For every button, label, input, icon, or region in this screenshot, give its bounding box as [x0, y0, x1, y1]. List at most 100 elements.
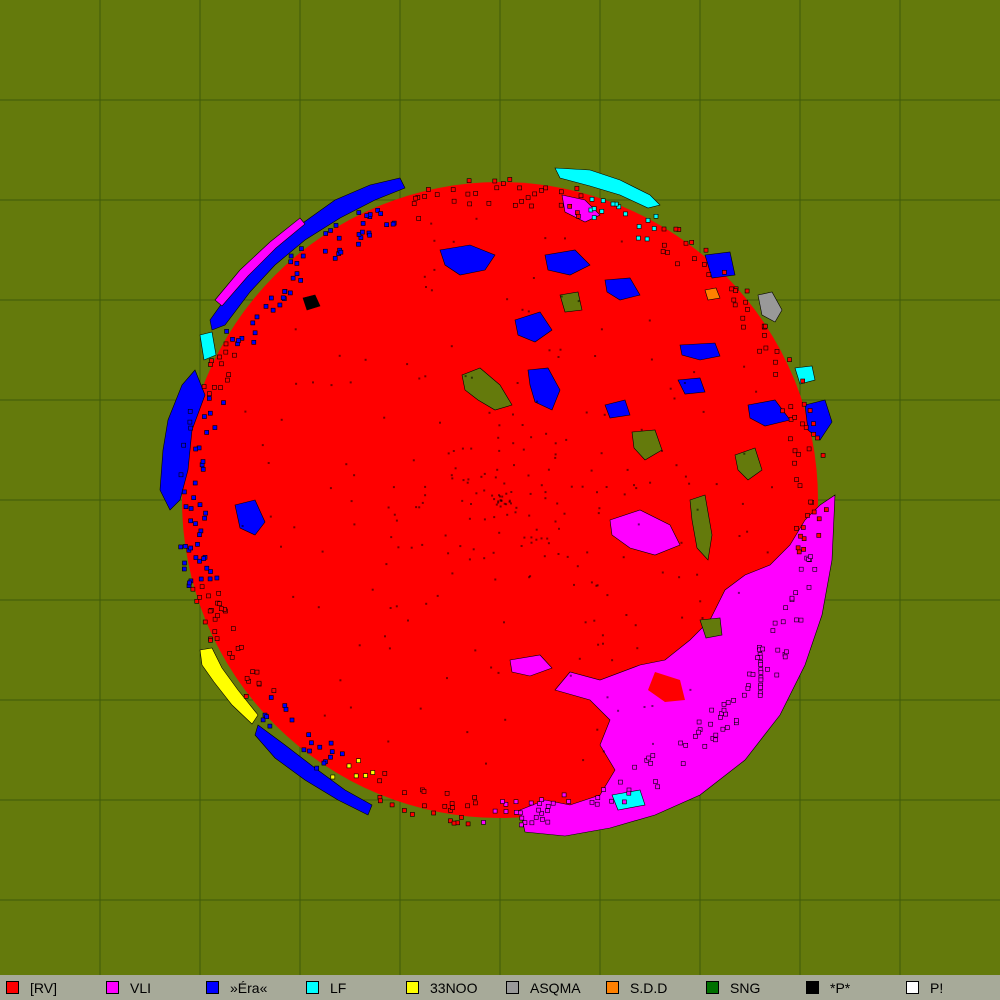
territory-cell — [314, 765, 320, 771]
territory-cell — [450, 187, 456, 192]
territory-dot — [593, 619, 596, 622]
territory-dot — [436, 594, 439, 597]
legend-item-p-bang[interactable]: P! — [900, 975, 1000, 1000]
legend-item-era[interactable]: »Éra« — [200, 975, 300, 1000]
territory-map[interactable] — [0, 0, 1000, 975]
territory-dot — [483, 518, 486, 521]
legend-label-asqma: ASQMA — [530, 979, 581, 996]
territory-cell — [492, 808, 498, 814]
territory-dot — [293, 526, 296, 529]
territory-dot — [523, 536, 526, 539]
territory-cell — [702, 743, 708, 749]
territory-cell — [336, 235, 342, 241]
territory-cell — [203, 510, 208, 516]
territory-cell — [517, 810, 523, 816]
territory-cell — [693, 734, 698, 739]
territory-cell — [236, 338, 241, 343]
territory-cell — [282, 703, 288, 708]
territory-cell — [466, 178, 472, 183]
territory-dot — [626, 468, 629, 471]
territory-dot — [470, 447, 473, 450]
territory-dot — [292, 595, 295, 598]
territory-cell — [384, 222, 389, 227]
territory-dot — [620, 240, 623, 243]
territory-dot — [602, 750, 605, 753]
territory-cell — [706, 272, 712, 277]
territory-cell — [713, 732, 719, 738]
legend-item-rv[interactable]: [RV] — [0, 975, 100, 1000]
territory-dot — [269, 515, 272, 518]
territory-cell — [815, 435, 820, 441]
territory-dot — [499, 495, 501, 498]
legend-label-lf: LF — [330, 979, 347, 996]
territory-cell — [757, 693, 763, 698]
territory-cell — [787, 357, 792, 363]
territory-dot — [544, 491, 547, 494]
territory-cell — [451, 820, 457, 826]
territory-dot — [447, 452, 450, 455]
territory-cell — [788, 404, 794, 410]
territory-dot — [389, 607, 392, 609]
territory-cell — [322, 248, 328, 254]
territory-cell — [332, 256, 338, 261]
territory-cell — [763, 345, 769, 351]
territory-cell — [800, 525, 806, 530]
territory-dot — [596, 491, 598, 494]
territory-cell — [794, 617, 799, 623]
territory-dot — [569, 674, 572, 677]
territory-dot — [294, 328, 297, 331]
legend-item-sdd[interactable]: S.D.D — [600, 975, 700, 1000]
territory-dot — [468, 558, 471, 561]
territory-cell — [209, 358, 214, 364]
territory-dot — [545, 432, 548, 435]
territory-cell — [364, 213, 370, 218]
territory-cell — [805, 513, 810, 518]
territory-cell — [636, 235, 641, 241]
territory-cell — [762, 332, 767, 338]
territory-cell — [683, 240, 689, 246]
territory-cell — [377, 798, 383, 804]
legend-item-asqma[interactable]: ASQMA — [500, 975, 600, 1000]
territory-cell — [801, 401, 807, 407]
territory-dot — [560, 295, 563, 298]
territory-cell — [360, 221, 366, 226]
territory-cell — [465, 821, 471, 827]
territory-dot — [557, 553, 560, 555]
territory-dot — [617, 709, 620, 712]
territory-dot — [532, 277, 535, 279]
territory-cell — [811, 431, 817, 437]
territory-cell — [411, 201, 417, 206]
legend-item-p-star[interactable]: *P* — [800, 975, 900, 1000]
territory-dot — [397, 546, 400, 549]
territory-dot — [383, 416, 386, 419]
territory-cell — [533, 815, 539, 820]
territory-dot — [295, 382, 298, 385]
territory-cell — [623, 211, 628, 217]
territory-cell — [244, 676, 250, 681]
territory-cell — [800, 378, 806, 384]
territory-dot — [696, 508, 699, 511]
territory-dot — [755, 390, 758, 393]
legend-label-era: »Éra« — [230, 979, 268, 996]
territory-cell — [811, 421, 816, 427]
territory-dot — [501, 495, 504, 498]
territory-dot — [461, 499, 464, 502]
territory-dot — [452, 450, 455, 452]
legend-item-lf[interactable]: LF — [300, 975, 400, 1000]
territory-dot — [681, 616, 684, 619]
legend-item-vli[interactable]: VLI — [100, 975, 200, 1000]
territory-cell — [653, 214, 659, 219]
territory-dot — [446, 677, 448, 680]
territory-cell — [330, 774, 336, 780]
territory-dot — [349, 381, 352, 384]
territory-map-canvas[interactable] — [0, 0, 1000, 975]
territory-cell — [449, 801, 455, 806]
territory-dot — [602, 642, 604, 645]
territory-dot — [450, 345, 453, 348]
territory-cell — [675, 261, 680, 267]
territory-cell — [442, 803, 448, 809]
legend-item-33noo[interactable]: 33NOO — [400, 975, 500, 1000]
territory-cell — [178, 544, 183, 550]
territory-cell — [472, 800, 478, 806]
legend-item-sng[interactable]: SNG — [700, 975, 800, 1000]
